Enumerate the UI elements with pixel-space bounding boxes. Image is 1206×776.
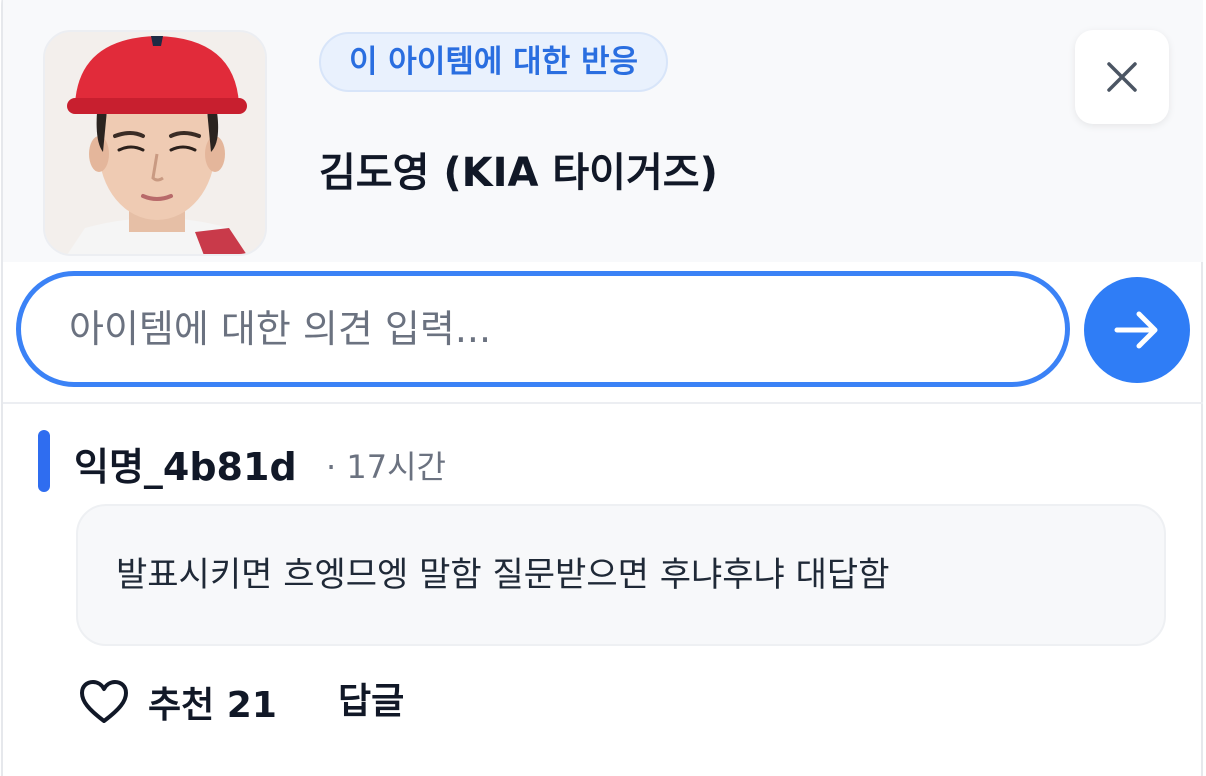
comment-accent-bar [38,430,50,492]
arrow-right-icon [1114,311,1158,349]
comment-timestamp: · 17시간 [326,448,446,486]
player-avatar [43,30,267,256]
comment-input[interactable]: 아이템에 대한 의견 입력... [16,271,1070,387]
heart-icon [80,680,128,723]
like-button[interactable]: 추천 21 [78,674,277,730]
reaction-panel: 이 아이템에 대한 반응 김도영 (KIA 타이거즈) 아이템에 대한 의견 입… [0,0,1206,776]
reaction-tag: 이 아이템에 대한 반응 [319,32,669,92]
item-header: 이 아이템에 대한 반응 김도영 (KIA 타이거즈) [3,0,1203,262]
send-button[interactable] [1084,277,1190,383]
item-title: 김도영 (KIA 타이거즈) [319,150,718,196]
player-photo-icon [45,32,265,254]
section-divider [3,402,1203,404]
close-icon [1107,62,1137,92]
reply-button[interactable]: 답글 [338,674,404,730]
like-count-label: 추천 21 [148,685,277,726]
comment-author: 익명_4b81d [74,445,297,489]
comment-text: 발표시키면 흐엥므엥 말함 질문받으면 후냐후냐 대답함 [76,504,1166,646]
close-button[interactable] [1075,30,1169,124]
comment-input-placeholder: 아이템에 대한 의견 입력... [69,307,492,351]
